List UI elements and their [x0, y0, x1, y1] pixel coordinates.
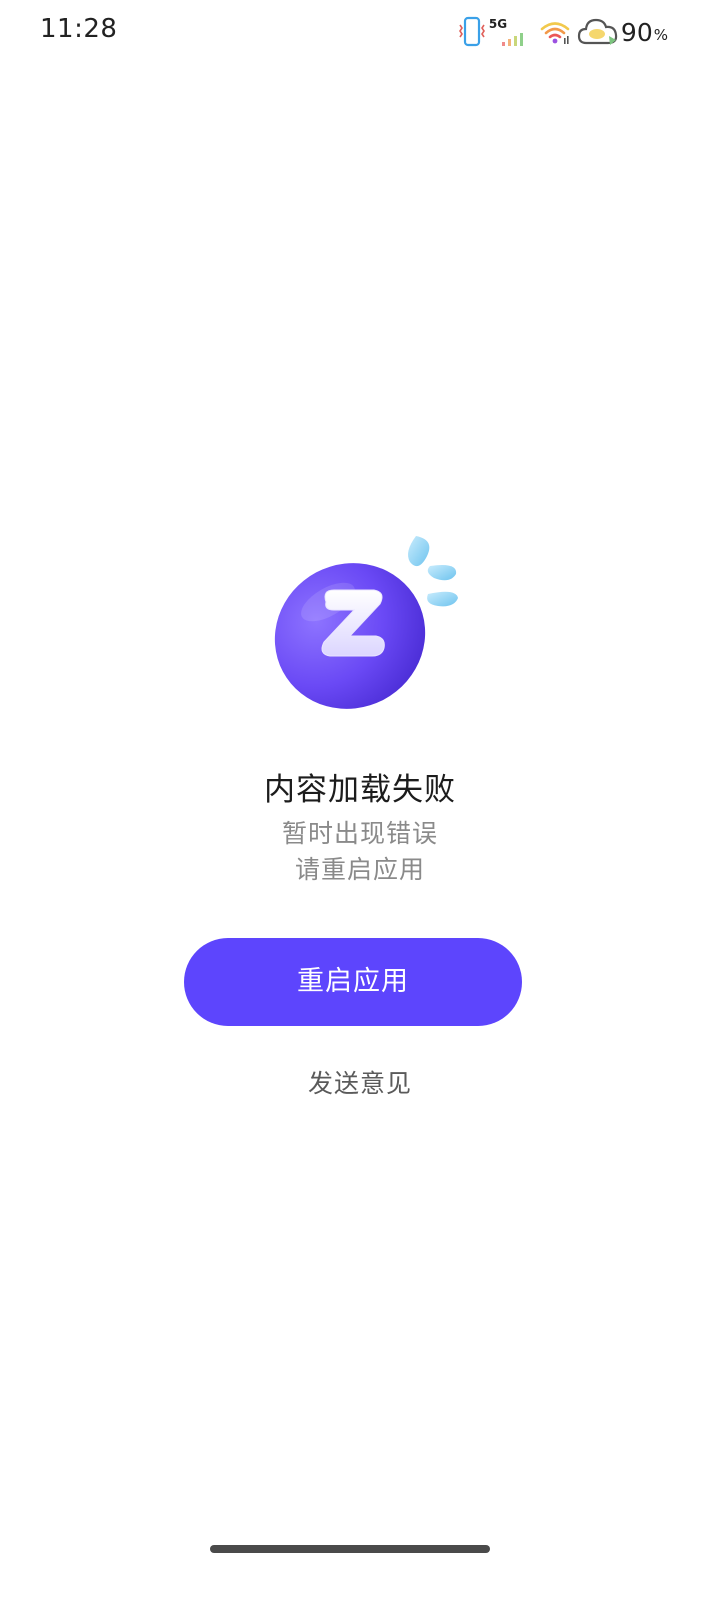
wifi-icon: [539, 18, 571, 46]
error-screen: 11:28 5G 90 % 内容加载失败 暂时出现错误 请重启应用 重启应用 发…: [0, 0, 720, 1600]
sweat-drop-icon: [408, 536, 430, 567]
home-indicator[interactable]: [210, 1545, 490, 1553]
status-bar: 11:28 5G 90 %: [0, 0, 720, 64]
battery-unit: %: [653, 26, 668, 44]
error-title: 内容加载失败: [264, 772, 456, 808]
app-logo-blob: [274, 563, 426, 709]
status-time: 11:28: [40, 14, 118, 44]
error-illustration: [268, 532, 464, 718]
error-message-line2: 请重启应用: [294, 855, 425, 884]
send-feedback-link[interactable]: 发送意见: [0, 1064, 720, 1100]
error-message-line1: 暂时出现错误: [281, 819, 438, 848]
vibrate-icon: [457, 15, 487, 49]
weather-cloud-icon: [577, 16, 619, 48]
signal-icon: 5G: [489, 15, 529, 49]
restart-app-button[interactable]: 重启应用: [184, 938, 522, 1026]
status-icons: 5G 90 %: [457, 12, 668, 52]
battery-level: 90: [620, 17, 653, 47]
network-type-label: 5G: [488, 17, 508, 31]
